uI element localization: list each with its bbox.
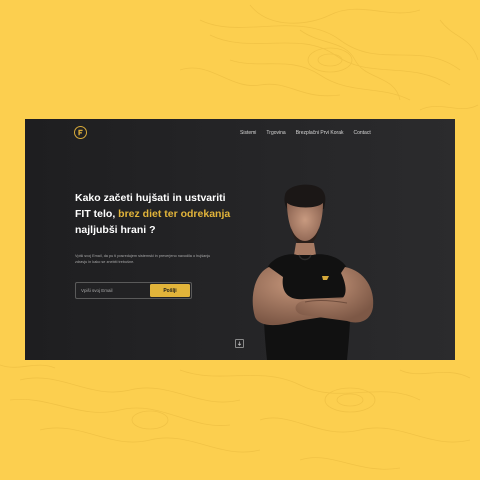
hero-headline: Kako začeti hujšati in ustvariti FIT tel… <box>75 190 235 238</box>
main-navigation: Sistemi Trgovina Brezplačni Prvi Korak C… <box>240 130 371 136</box>
nav-item-sistemi[interactable]: Sistemi <box>240 130 256 136</box>
hero-subtext: Vpiši svoj Email, da pu ti posredujem si… <box>75 254 211 264</box>
nav-item-free-first-step[interactable]: Brezplačni Prvi Korak <box>296 130 344 136</box>
nav-item-trgovina[interactable]: Trgovina <box>266 130 285 136</box>
arrow-down-icon <box>237 341 242 346</box>
headline-highlight: brez diet ter odrekanja <box>118 208 231 220</box>
submit-button[interactable]: Pošlji <box>150 284 190 297</box>
trainer-photo <box>252 184 374 360</box>
logo-glyph <box>78 129 83 136</box>
email-signup-form: Pošlji <box>75 282 192 299</box>
landing-page-card: Sistemi Trgovina Brezplačni Prvi Korak C… <box>25 119 455 360</box>
nav-item-contact[interactable]: Contact <box>353 130 370 136</box>
email-input[interactable] <box>81 283 151 298</box>
scroll-down-button[interactable] <box>235 339 244 348</box>
fit-logo-icon[interactable] <box>74 126 87 139</box>
headline-text-end: najljubši hrani ? <box>75 224 156 236</box>
